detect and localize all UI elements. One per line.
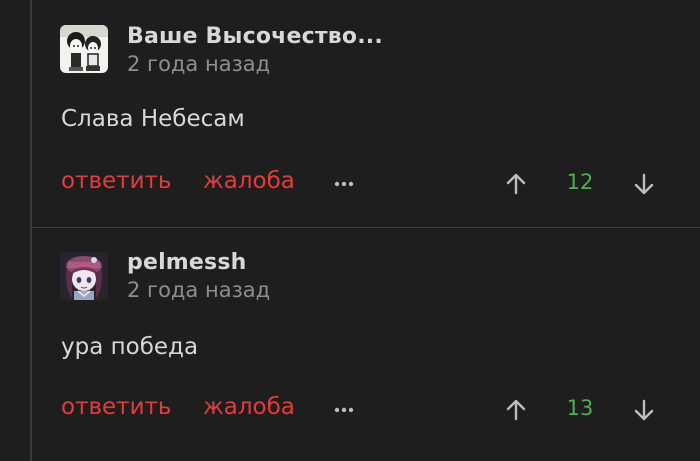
arrow-up-icon[interactable] bbox=[505, 398, 527, 422]
comment: Ваше Высочество... 2 года назад Слава Не… bbox=[0, 0, 700, 227]
reply-button[interactable]: ответить bbox=[61, 394, 171, 420]
comment-thread: Ваше Высочество... 2 года назад Слава Не… bbox=[0, 0, 700, 461]
timestamp: 2 года назад bbox=[127, 278, 271, 302]
arrow-up-icon[interactable] bbox=[505, 172, 527, 196]
timestamp: 2 года назад bbox=[127, 52, 271, 76]
username[interactable]: Ваше Высочество... bbox=[127, 24, 383, 49]
ellipsis-icon[interactable] bbox=[333, 179, 355, 189]
avatar-image bbox=[60, 25, 108, 73]
comment-actions: ответить жалоба 13 bbox=[0, 394, 700, 426]
report-button[interactable]: жалоба bbox=[203, 168, 295, 194]
avatar[interactable] bbox=[60, 252, 108, 300]
arrow-down-icon[interactable] bbox=[633, 172, 655, 196]
reply-button[interactable]: ответить bbox=[61, 168, 171, 194]
comment-text: ура победа bbox=[61, 334, 199, 360]
avatar[interactable] bbox=[60, 25, 108, 73]
username[interactable]: pelmessh bbox=[127, 250, 247, 275]
report-button[interactable]: жалоба bbox=[203, 394, 295, 420]
arrow-down-icon[interactable] bbox=[633, 398, 655, 422]
avatar-image bbox=[60, 252, 108, 300]
comment-actions: ответить жалоба 12 bbox=[0, 168, 700, 200]
comment-text: Слава Небесам bbox=[61, 106, 245, 132]
vote-score: 12 bbox=[566, 170, 594, 194]
ellipsis-icon[interactable] bbox=[333, 405, 355, 415]
comment: pelmessh 2 года назад ура победа ответит… bbox=[0, 228, 700, 461]
vote-score: 13 bbox=[566, 396, 594, 420]
